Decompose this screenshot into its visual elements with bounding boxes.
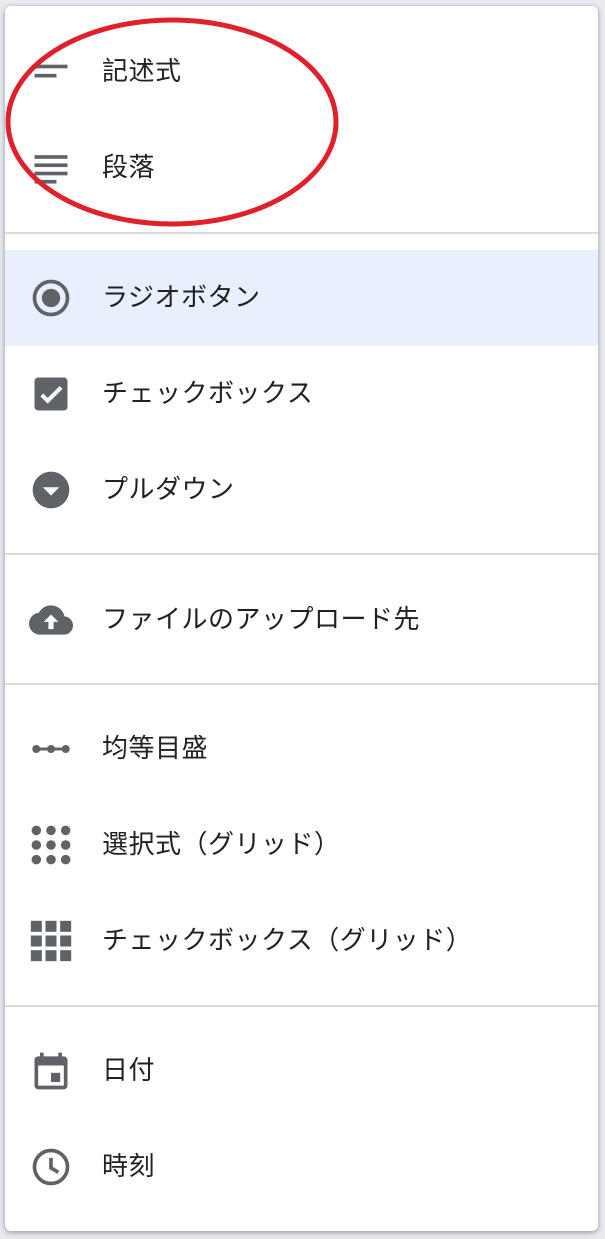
multiple-choice-grid-icon xyxy=(29,823,73,867)
menu-item-label: ラジオボタン xyxy=(102,283,261,313)
menu-item-label: 日付 xyxy=(102,1056,156,1086)
radio-button-icon xyxy=(29,276,73,320)
checkbox-icon xyxy=(29,372,73,416)
menu-divider xyxy=(5,1005,598,1007)
menu-item-file-upload[interactable]: ファイルのアップロード先 xyxy=(5,572,598,668)
menu-divider xyxy=(5,232,598,234)
checkbox-grid-icon xyxy=(29,919,73,963)
menu-item-label: 選択式（グリッド） xyxy=(102,830,341,860)
menu-divider xyxy=(5,683,598,685)
dropdown-icon xyxy=(29,468,73,512)
short-answer-icon xyxy=(29,50,73,94)
menu-item-radio-button[interactable]: ラジオボタン xyxy=(5,250,598,346)
menu-item-date[interactable]: 日付 xyxy=(5,1023,598,1119)
menu-item-label: 段落 xyxy=(102,153,156,183)
menu-item-label: チェックボックス（グリッド） xyxy=(102,926,473,956)
menu-item-label: プルダウン xyxy=(102,475,235,505)
menu-item-label: 均等目盛 xyxy=(102,734,209,764)
calendar-icon xyxy=(29,1049,73,1093)
menu-item-short-answer[interactable]: 記述式 xyxy=(5,24,598,120)
question-type-menu: 記述式 段落 ラジオボタン チェックボックス プルダウン ファイルのアップロード… xyxy=(5,6,598,1231)
paragraph-icon xyxy=(29,146,73,190)
menu-item-label: チェックボックス xyxy=(102,379,314,409)
menu-item-checkbox[interactable]: チェックボックス xyxy=(5,346,598,442)
menu-item-label: 記述式 xyxy=(102,57,182,87)
linear-scale-icon xyxy=(29,727,73,771)
menu-item-time[interactable]: 時刻 xyxy=(5,1119,598,1215)
menu-item-checkbox-grid[interactable]: チェックボックス（グリッド） xyxy=(5,893,598,989)
cloud-upload-icon xyxy=(29,598,73,642)
menu-item-label: 時刻 xyxy=(102,1152,156,1182)
menu-item-multiple-choice-grid[interactable]: 選択式（グリッド） xyxy=(5,797,598,893)
menu-divider xyxy=(5,553,598,555)
menu-item-dropdown[interactable]: プルダウン xyxy=(5,442,598,538)
menu-item-linear-scale[interactable]: 均等目盛 xyxy=(5,701,598,797)
clock-icon xyxy=(29,1145,73,1189)
menu-item-paragraph[interactable]: 段落 xyxy=(5,120,598,216)
menu-item-label: ファイルのアップロード先 xyxy=(102,605,421,635)
